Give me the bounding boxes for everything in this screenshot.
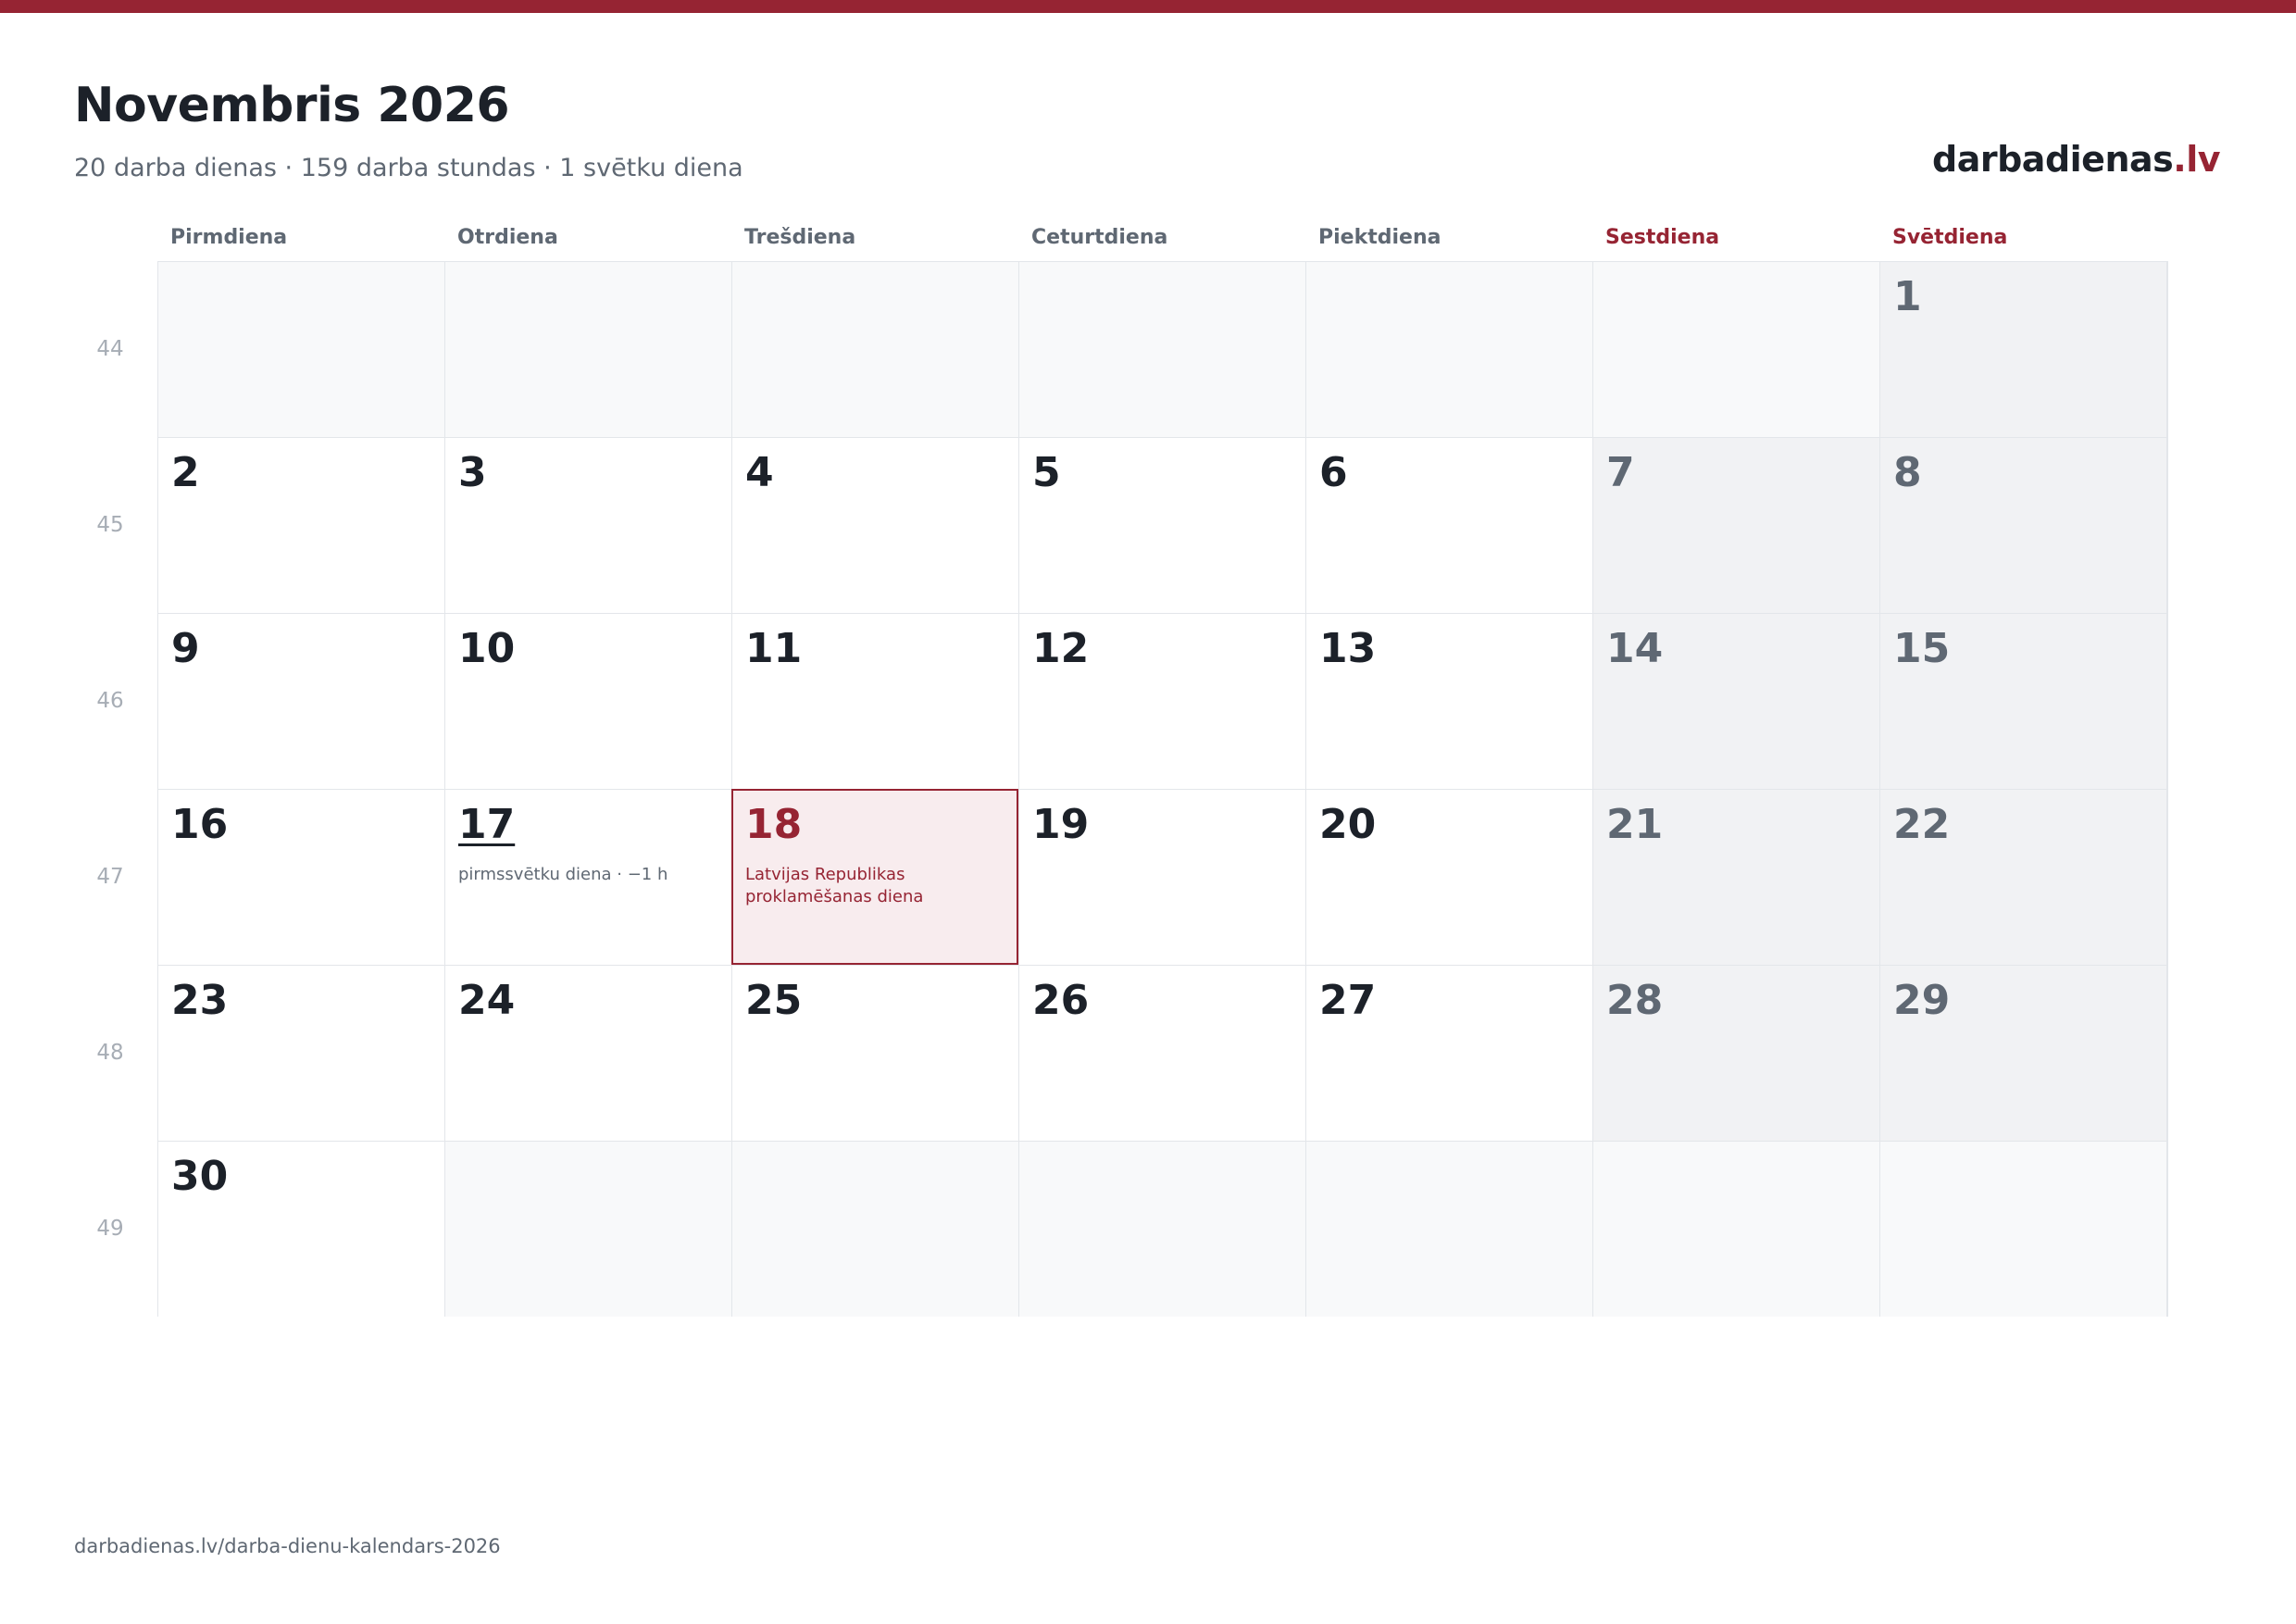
day-cell[interactable]: 25	[731, 965, 1018, 1141]
footer-url: darbadienas.lv/darba-dienu-kalendars-202…	[74, 1535, 501, 1557]
week-number: 48	[96, 1041, 124, 1065]
day-number: 24	[458, 977, 516, 1024]
weekday-header: Pirmdiena	[170, 226, 288, 249]
top-accent-bar	[0, 0, 2296, 13]
day-cell[interactable]: 19	[1018, 789, 1305, 965]
day-cell[interactable]: 23	[157, 965, 444, 1141]
day-number: 22	[1893, 801, 1951, 848]
day-number: 30	[171, 1153, 229, 1200]
page-title: Novembris 2026	[74, 78, 510, 133]
day-number: 29	[1893, 977, 1951, 1024]
weekday-header-row: Pirmdiena Otrdiena Trešdiena Ceturtdiena Pie…	[157, 226, 2166, 259]
day-number: 8	[1893, 449, 1922, 496]
day-number: 4	[745, 449, 774, 496]
day-number: 3	[458, 449, 487, 496]
brand-name: darbadienas	[1932, 139, 2174, 180]
month-summary: 20 darba dienas · 159 darba stundas · 1 …	[74, 154, 743, 182]
weekday-header: Trešdiena	[744, 226, 856, 249]
day-cell[interactable]: 3	[444, 437, 731, 613]
empty-day-cell	[1879, 1141, 2166, 1317]
weekday-header: Ceturtdiena	[1031, 226, 1168, 249]
empty-day-cell	[1305, 261, 1592, 437]
day-cell[interactable]: 26	[1018, 965, 1305, 1141]
day-number: 27	[1319, 977, 1377, 1024]
day-number: 21	[1606, 801, 1664, 848]
day-number: 23	[171, 977, 229, 1024]
empty-day-cell	[1592, 261, 1879, 437]
day-cell[interactable]: 11	[731, 613, 1018, 789]
day-cell[interactable]: 22	[1879, 789, 2166, 965]
day-cell[interactable]: 27	[1305, 965, 1592, 1141]
empty-day-cell	[1592, 1141, 1879, 1317]
holiday-name: Latvijas Republikas proklamēšanas diena	[745, 865, 924, 907]
day-number: 28	[1606, 977, 1664, 1024]
week-number: 47	[96, 865, 124, 889]
day-number: 26	[1032, 977, 1090, 1024]
day-cell[interactable]: 5	[1018, 437, 1305, 613]
day-number: 19	[1032, 801, 1090, 848]
day-number: 1	[1893, 273, 1922, 320]
day-number: 2	[171, 449, 200, 496]
day-number: 12	[1032, 625, 1090, 672]
day-number: 9	[171, 625, 200, 672]
calendar-grid: 1 2 3 4 5 6 7 8 9 10 11 12 13 14 15 16 17 pirmssvētku die…	[157, 261, 2168, 1317]
day-number: 17	[458, 801, 516, 848]
day-cell[interactable]: 6	[1305, 437, 1592, 613]
day-number: 25	[745, 977, 803, 1024]
weekday-header: Sestdiena	[1605, 226, 1720, 249]
holiday-day-cell[interactable]: 18 Latvijas Republikas proklamēšanas dien…	[731, 789, 1018, 965]
day-number: 18	[745, 801, 803, 848]
day-number: 15	[1893, 625, 1951, 672]
day-note: pirmssvētku diena · −1 h	[458, 865, 668, 884]
weekday-header: Svētdiena	[1892, 226, 2008, 249]
weekday-header: Otrdiena	[457, 226, 558, 249]
day-cell[interactable]: 29	[1879, 965, 2166, 1141]
day-number: 5	[1032, 449, 1061, 496]
empty-day-cell	[731, 261, 1018, 437]
empty-day-cell	[444, 1141, 731, 1317]
day-cell[interactable]: 20	[1305, 789, 1592, 965]
week-number: 44	[96, 337, 124, 361]
day-cell[interactable]: 15	[1879, 613, 2166, 789]
empty-day-cell	[444, 261, 731, 437]
day-number: 13	[1319, 625, 1377, 672]
week-number: 49	[96, 1217, 124, 1241]
brand-tld: .lv	[2173, 139, 2220, 180]
day-cell[interactable]: 24	[444, 965, 731, 1141]
week-number: 45	[96, 513, 124, 537]
day-cell[interactable]: 17 pirmssvētku diena · −1 h	[444, 789, 731, 965]
empty-day-cell	[1018, 261, 1305, 437]
day-cell[interactable]: 1	[1879, 261, 2166, 437]
day-cell[interactable]: 30	[157, 1141, 444, 1317]
empty-day-cell	[731, 1141, 1018, 1317]
day-number: 14	[1606, 625, 1664, 672]
day-number: 16	[171, 801, 229, 848]
day-number: 10	[458, 625, 516, 672]
weekday-header: Piektdiena	[1318, 226, 1441, 249]
day-cell[interactable]: 8	[1879, 437, 2166, 613]
day-cell[interactable]: 13	[1305, 613, 1592, 789]
day-cell[interactable]: 21	[1592, 789, 1879, 965]
empty-day-cell	[157, 261, 444, 437]
week-number: 46	[96, 689, 124, 713]
day-cell[interactable]: 7	[1592, 437, 1879, 613]
day-cell[interactable]: 12	[1018, 613, 1305, 789]
empty-day-cell	[1018, 1141, 1305, 1317]
grid-border	[2166, 261, 2168, 1317]
brand-logo: darbadienas.lv	[1932, 139, 2220, 180]
day-cell[interactable]: 10	[444, 613, 731, 789]
day-cell[interactable]: 9	[157, 613, 444, 789]
day-number: 6	[1319, 449, 1348, 496]
day-cell[interactable]: 14	[1592, 613, 1879, 789]
empty-day-cell	[1305, 1141, 1592, 1317]
day-cell[interactable]: 2	[157, 437, 444, 613]
day-number: 20	[1319, 801, 1377, 848]
day-cell[interactable]: 28	[1592, 965, 1879, 1141]
day-number: 11	[745, 625, 803, 672]
day-cell[interactable]: 4	[731, 437, 1018, 613]
day-cell[interactable]: 16	[157, 789, 444, 965]
day-number: 7	[1606, 449, 1635, 496]
